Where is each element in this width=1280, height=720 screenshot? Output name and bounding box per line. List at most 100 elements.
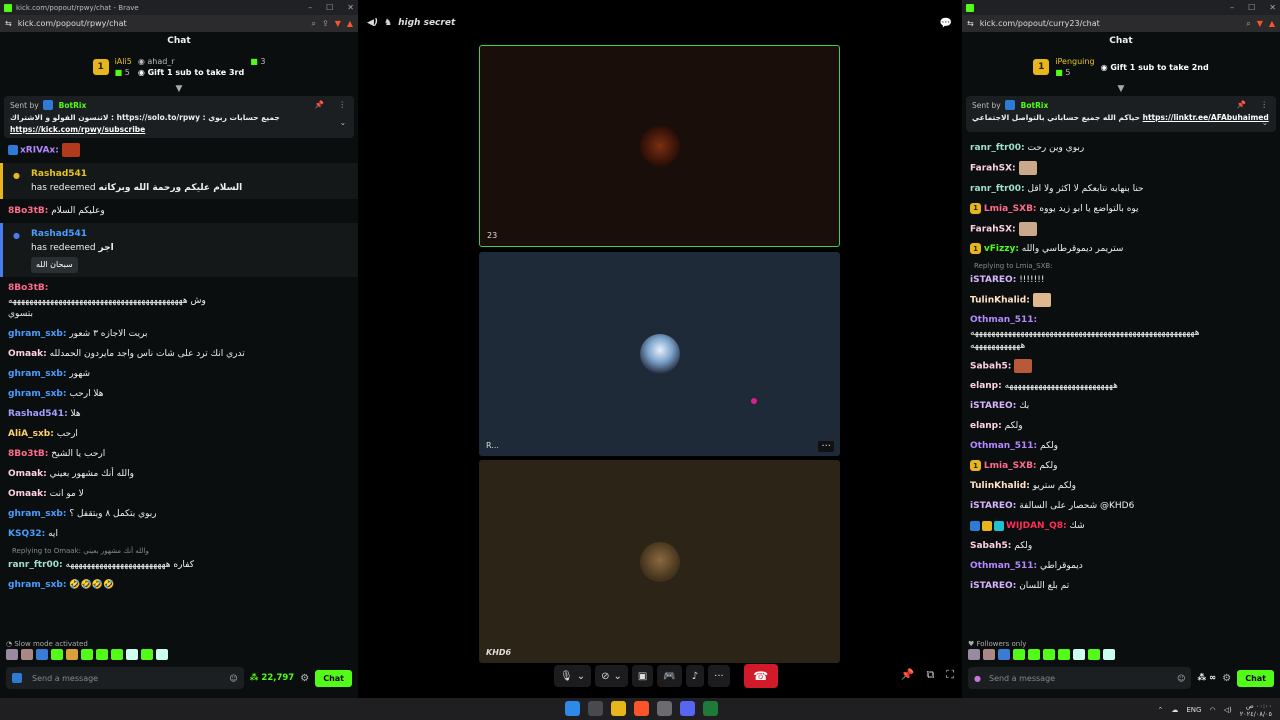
chevron-down-icon[interactable]: ▼ [0, 84, 358, 94]
gifter-name[interactable]: iPenguing [1055, 57, 1094, 66]
emote-icon[interactable] [1013, 649, 1025, 660]
language-indicator[interactable]: ENG [1186, 706, 1201, 714]
cloud-icon[interactable]: ☁ [1171, 706, 1178, 714]
emote-icon[interactable] [983, 649, 995, 660]
url-text[interactable]: kick.com/popout/rpwy/chat [18, 19, 127, 28]
username[interactable]: FarahSX: [970, 164, 1016, 174]
zoom-icon[interactable]: ⌕ [1246, 19, 1250, 29]
bot-name[interactable]: BotRix [1021, 101, 1049, 110]
emote-icon[interactable] [1088, 649, 1100, 660]
gifter-name[interactable]: iAli5 [115, 57, 132, 66]
participant-tile[interactable]: KHD6 [479, 460, 840, 663]
pin-icon[interactable]: 📌 [1237, 100, 1246, 109]
gift-prompt[interactable]: Gift 1 sub to take 2nd [1110, 63, 1208, 72]
username[interactable]: TulinKhalid: [970, 296, 1030, 306]
username[interactable]: iSTAREO: [970, 401, 1016, 411]
maximize-button[interactable]: ☐ [326, 3, 333, 12]
emote-icon[interactable] [998, 649, 1010, 660]
more-options-icon[interactable]: ··· [818, 441, 834, 452]
chat-input[interactable]: ● Send a message ☺ [968, 667, 1192, 689]
excel-icon[interactable] [703, 701, 718, 716]
subscribe-link[interactable]: https://kick.com/rpwy/subscribe [10, 125, 145, 134]
username[interactable]: 8Bo3tB: [8, 449, 48, 459]
bot-name[interactable]: BotRix [59, 101, 87, 110]
popout-icon[interactable]: ⧉ [926, 668, 934, 682]
emote-icon[interactable] [111, 649, 123, 660]
gifter-name[interactable]: ahad_r [147, 57, 174, 66]
start-windows-icon[interactable] [565, 701, 580, 716]
participant-tile[interactable]: 23 [479, 45, 840, 247]
username[interactable]: ranr_ftr00: [8, 560, 63, 570]
emoji-icon[interactable]: ☺ [1177, 674, 1185, 683]
identity-icon[interactable]: ● [974, 674, 981, 683]
username[interactable]: FarahSX: [970, 224, 1016, 234]
more-options-icon[interactable]: ⋮ [1261, 100, 1269, 109]
more-button[interactable]: ··· [708, 665, 730, 687]
pin-icon[interactable]: 📌 [315, 100, 324, 109]
minimize-button[interactable]: – [1230, 3, 1234, 12]
speaker-icon[interactable]: ◀) [367, 18, 378, 28]
minimize-button[interactable]: – [308, 3, 312, 12]
participant-tile[interactable]: R... ··· [479, 252, 840, 456]
emote-icon[interactable] [141, 649, 153, 660]
clock[interactable]: ٠٠:٠٠ ص ٢٠٢٤/٠٨/٠٥ [1240, 702, 1272, 718]
linktree-link[interactable]: https://linktr.ee/AFAbuhaimed [1143, 113, 1269, 122]
file-explorer-icon[interactable] [611, 701, 626, 716]
emote-icon[interactable] [36, 649, 48, 660]
username[interactable]: ghram_sxb: [8, 329, 66, 339]
disconnect-button[interactable]: ☎ [743, 664, 778, 688]
expand-chevron-icon[interactable]: ⌄ [340, 118, 346, 127]
soundboard-button[interactable]: ♪ [685, 665, 705, 687]
username[interactable]: iSTAREO: [970, 501, 1016, 511]
close-button[interactable]: ✕ [1269, 3, 1276, 12]
username[interactable]: ghram_sxb: [8, 369, 66, 379]
channel-points[interactable]: ⁂ ∞ [1197, 673, 1216, 683]
volume-icon[interactable]: ◁) [1224, 706, 1232, 714]
username[interactable]: ranr_ftr00: [970, 143, 1025, 153]
emote-icon[interactable] [126, 649, 138, 660]
emote-icon[interactable] [156, 649, 168, 660]
username[interactable]: KSQ32: [8, 529, 45, 539]
username[interactable]: ghram_sxb: [8, 389, 66, 399]
username[interactable]: xRIVAx: [20, 146, 59, 156]
expand-chevron-icon[interactable]: ⌄ [1262, 118, 1268, 127]
app-icon[interactable] [657, 701, 672, 716]
task-view-icon[interactable] [588, 701, 603, 716]
address-bar[interactable]: ⇆ kick.com/popout/curry23/chat ⌕ ▼ ▲ [962, 15, 1280, 32]
username[interactable]: iSTAREO: [970, 581, 1016, 591]
more-options-icon[interactable]: ⋮ [339, 100, 347, 109]
username[interactable]: Othman_511: [970, 561, 1037, 571]
username[interactable]: Rashad541 [31, 227, 348, 241]
site-info-icon[interactable]: ⇆ [5, 19, 12, 28]
reply-context[interactable]: Replying to Omaak: والله أنك مشهور بعيني [8, 544, 350, 558]
identity-icon[interactable] [12, 673, 22, 683]
input-placeholder[interactable]: Send a message [32, 674, 98, 683]
maximize-button[interactable]: ☐ [1248, 3, 1255, 12]
username[interactable]: Rashad541 [31, 167, 348, 181]
settings-gear-icon[interactable]: ⚙ [300, 673, 309, 684]
emote-icon[interactable] [6, 649, 18, 660]
username[interactable]: iSTAREO: [970, 275, 1016, 285]
camera-button[interactable]: ⊘ ⌄ [595, 665, 628, 687]
emote-icon[interactable] [96, 649, 108, 660]
brave-shields-icon[interactable]: ▼ [1257, 19, 1263, 29]
username[interactable]: Omaak: [8, 349, 47, 359]
screen-share-button[interactable]: ▣ [631, 665, 654, 687]
activity-button[interactable]: 🎮 [657, 665, 682, 687]
username[interactable]: Othman_511: [970, 441, 1037, 451]
username[interactable]: 8Bo3tB: [8, 206, 48, 216]
username[interactable]: WIJDAN_Q8: [1006, 521, 1067, 531]
fullscreen-icon[interactable]: ⛶ [946, 668, 954, 682]
microphone-button[interactable]: 🎙 ⌄ [554, 665, 592, 687]
share-icon[interactable]: ⇪ [322, 19, 329, 29]
username[interactable]: Lmia_SXB: [984, 461, 1037, 471]
chevron-up-icon[interactable]: ⌃ [1157, 706, 1163, 714]
rewards-icon[interactable]: ▲ [347, 19, 353, 29]
username[interactable]: Rashad541: [8, 409, 68, 419]
pin-icon[interactable]: 📌 [901, 668, 915, 682]
chevron-down-icon[interactable]: ▼ [962, 84, 1280, 94]
gift-prompt[interactable]: Gift 1 sub to take 3rd [148, 68, 245, 77]
chat-bubble-icon[interactable]: 💬 [940, 18, 952, 29]
username[interactable]: 8Bo3tB: [8, 283, 48, 293]
emote-icon[interactable] [968, 649, 980, 660]
